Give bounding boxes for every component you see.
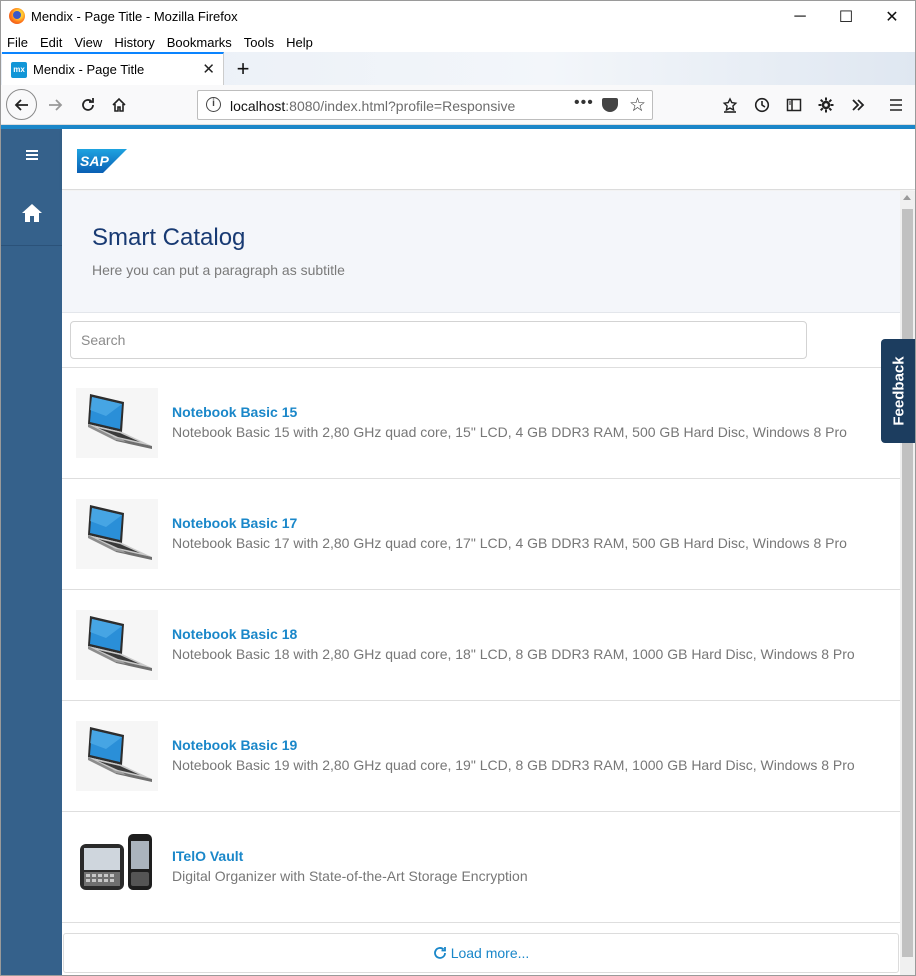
menu-bar: File Edit View History Bookmarks Tools H… <box>1 32 915 52</box>
reload-icon <box>82 98 94 111</box>
pocket-icon[interactable] <box>602 98 618 112</box>
page-header: Smart Catalog Here you can put a paragra… <box>62 191 900 313</box>
app-sidebar <box>1 129 62 975</box>
feedback-button[interactable]: Feedback <box>881 339 915 443</box>
laptop-product-image <box>76 721 158 791</box>
clock-icon <box>754 97 770 113</box>
history-button[interactable] <box>747 90 777 120</box>
back-button[interactable] <box>6 89 37 120</box>
close-window-button[interactable]: ✕ <box>869 1 915 32</box>
product-list-item[interactable]: ITelO Vault Digital Organizer with State-… <box>62 812 900 923</box>
back-arrow-icon <box>14 98 28 111</box>
reload-button[interactable] <box>73 90 103 120</box>
pda-product-image <box>76 832 158 902</box>
product-name[interactable]: Notebook Basic 15 <box>172 404 297 420</box>
sidebar-item-home[interactable] <box>1 181 62 246</box>
sidebar-toggle-button[interactable] <box>779 90 809 120</box>
home-button[interactable] <box>104 90 134 120</box>
product-list-item[interactable]: Notebook Basic 18 Notebook Basic 18 with … <box>62 590 900 701</box>
menu-icon <box>25 154 38 156</box>
sidebar-toggle-button[interactable] <box>1 129 62 181</box>
home-icon <box>21 204 42 222</box>
product-name[interactable]: Notebook Basic 17 <box>172 515 297 531</box>
scrollbar-thumb[interactable] <box>902 209 913 957</box>
minimize-button[interactable]: ─ <box>777 1 823 32</box>
library-button[interactable] <box>715 90 745 120</box>
navigation-bar: i localhost:8080/index.html?profile=Resp… <box>1 85 915 125</box>
page-scrollbar[interactable] <box>900 191 915 975</box>
mendix-favicon-icon: mx <box>11 62 27 78</box>
main-content: Smart Catalog Here you can put a paragra… <box>62 191 900 975</box>
tab-close-button[interactable]: ✕ <box>202 60 215 78</box>
home-outline-icon <box>112 97 126 112</box>
new-tab-button[interactable]: + <box>233 56 253 82</box>
app-header: SAP <box>62 129 915 190</box>
maximize-button[interactable]: ☐ <box>823 1 869 32</box>
menu-bookmarks[interactable]: Bookmarks <box>167 35 232 50</box>
product-list-item[interactable]: Notebook Basic 19 Notebook Basic 19 with … <box>62 701 900 812</box>
bookmark-star-icon[interactable]: ☆ <box>629 94 646 117</box>
window-title: Mendix - Page Title - Mozilla Firefox <box>31 9 238 24</box>
url-bar[interactable]: i localhost:8080/index.html?profile=Resp… <box>197 90 653 120</box>
tab-title: Mendix - Page Title <box>33 62 145 77</box>
browser-window: Mendix - Page Title - Mozilla Firefox ─ … <box>0 0 916 976</box>
laptop-product-image <box>76 610 158 680</box>
tab-mendix[interactable]: mx Mendix - Page Title ✕ <box>2 52 224 85</box>
laptop-product-image <box>76 499 158 569</box>
url-text: localhost:8080/index.html?profile=Respon… <box>230 98 516 114</box>
overflow-menu-button[interactable] <box>843 90 873 120</box>
menu-tools[interactable]: Tools <box>244 35 274 50</box>
load-more-label: Load more... <box>450 945 530 961</box>
product-description: Notebook Basic 15 with 2,80 GHz quad cor… <box>172 424 847 440</box>
sidebar-icon <box>786 98 802 112</box>
double-chevron-icon <box>852 99 865 111</box>
page-title: Smart Catalog <box>92 224 246 251</box>
load-more-button[interactable]: Load more... <box>63 933 899 973</box>
menu-history[interactable]: History <box>114 35 154 50</box>
library-star-icon <box>722 97 738 113</box>
settings-button[interactable] <box>811 90 841 120</box>
gear-icon <box>818 97 834 113</box>
product-name[interactable]: ITelO Vault <box>172 848 243 864</box>
sap-logo[interactable]: SAP <box>77 149 127 173</box>
page-subtitle: Here you can put a paragraph as subtitle <box>92 262 345 278</box>
hamburger-menu-icon <box>890 99 902 111</box>
tab-strip: mx Mendix - Page Title ✕ + <box>1 52 915 85</box>
title-bar: Mendix - Page Title - Mozilla Firefox ─ … <box>1 1 915 32</box>
refresh-icon <box>433 947 446 959</box>
product-list-item[interactable]: Notebook Basic 17 Notebook Basic 17 with … <box>62 479 900 590</box>
menu-file[interactable]: File <box>7 35 28 50</box>
product-description: Notebook Basic 19 with 2,80 GHz quad cor… <box>172 757 855 773</box>
menu-edit[interactable]: Edit <box>40 35 62 50</box>
product-name[interactable]: Notebook Basic 18 <box>172 626 297 642</box>
svg-text:SAP: SAP <box>80 153 109 169</box>
forward-button[interactable] <box>40 90 70 120</box>
product-list-item[interactable]: Notebook Basic 15 Notebook Basic 15 with … <box>62 368 900 479</box>
product-description: Digital Organizer with State-of-the-Art … <box>172 868 528 884</box>
laptop-product-image <box>76 388 158 458</box>
product-description: Notebook Basic 17 with 2,80 GHz quad cor… <box>172 535 847 551</box>
forward-arrow-icon <box>49 99 63 111</box>
menu-help[interactable]: Help <box>286 35 313 50</box>
product-description: Notebook Basic 18 with 2,80 GHz quad cor… <box>172 646 855 662</box>
firefox-logo-icon <box>9 8 25 24</box>
menu-view[interactable]: View <box>74 35 102 50</box>
site-info-icon[interactable]: i <box>206 97 221 112</box>
product-name[interactable]: Notebook Basic 19 <box>172 737 297 753</box>
search-input[interactable] <box>70 321 807 359</box>
open-menu-button[interactable] <box>881 90 911 120</box>
page-actions-button[interactable]: ••• <box>574 94 594 112</box>
scroll-up-arrow-icon[interactable] <box>903 195 911 200</box>
feedback-label: Feedback <box>890 356 908 426</box>
